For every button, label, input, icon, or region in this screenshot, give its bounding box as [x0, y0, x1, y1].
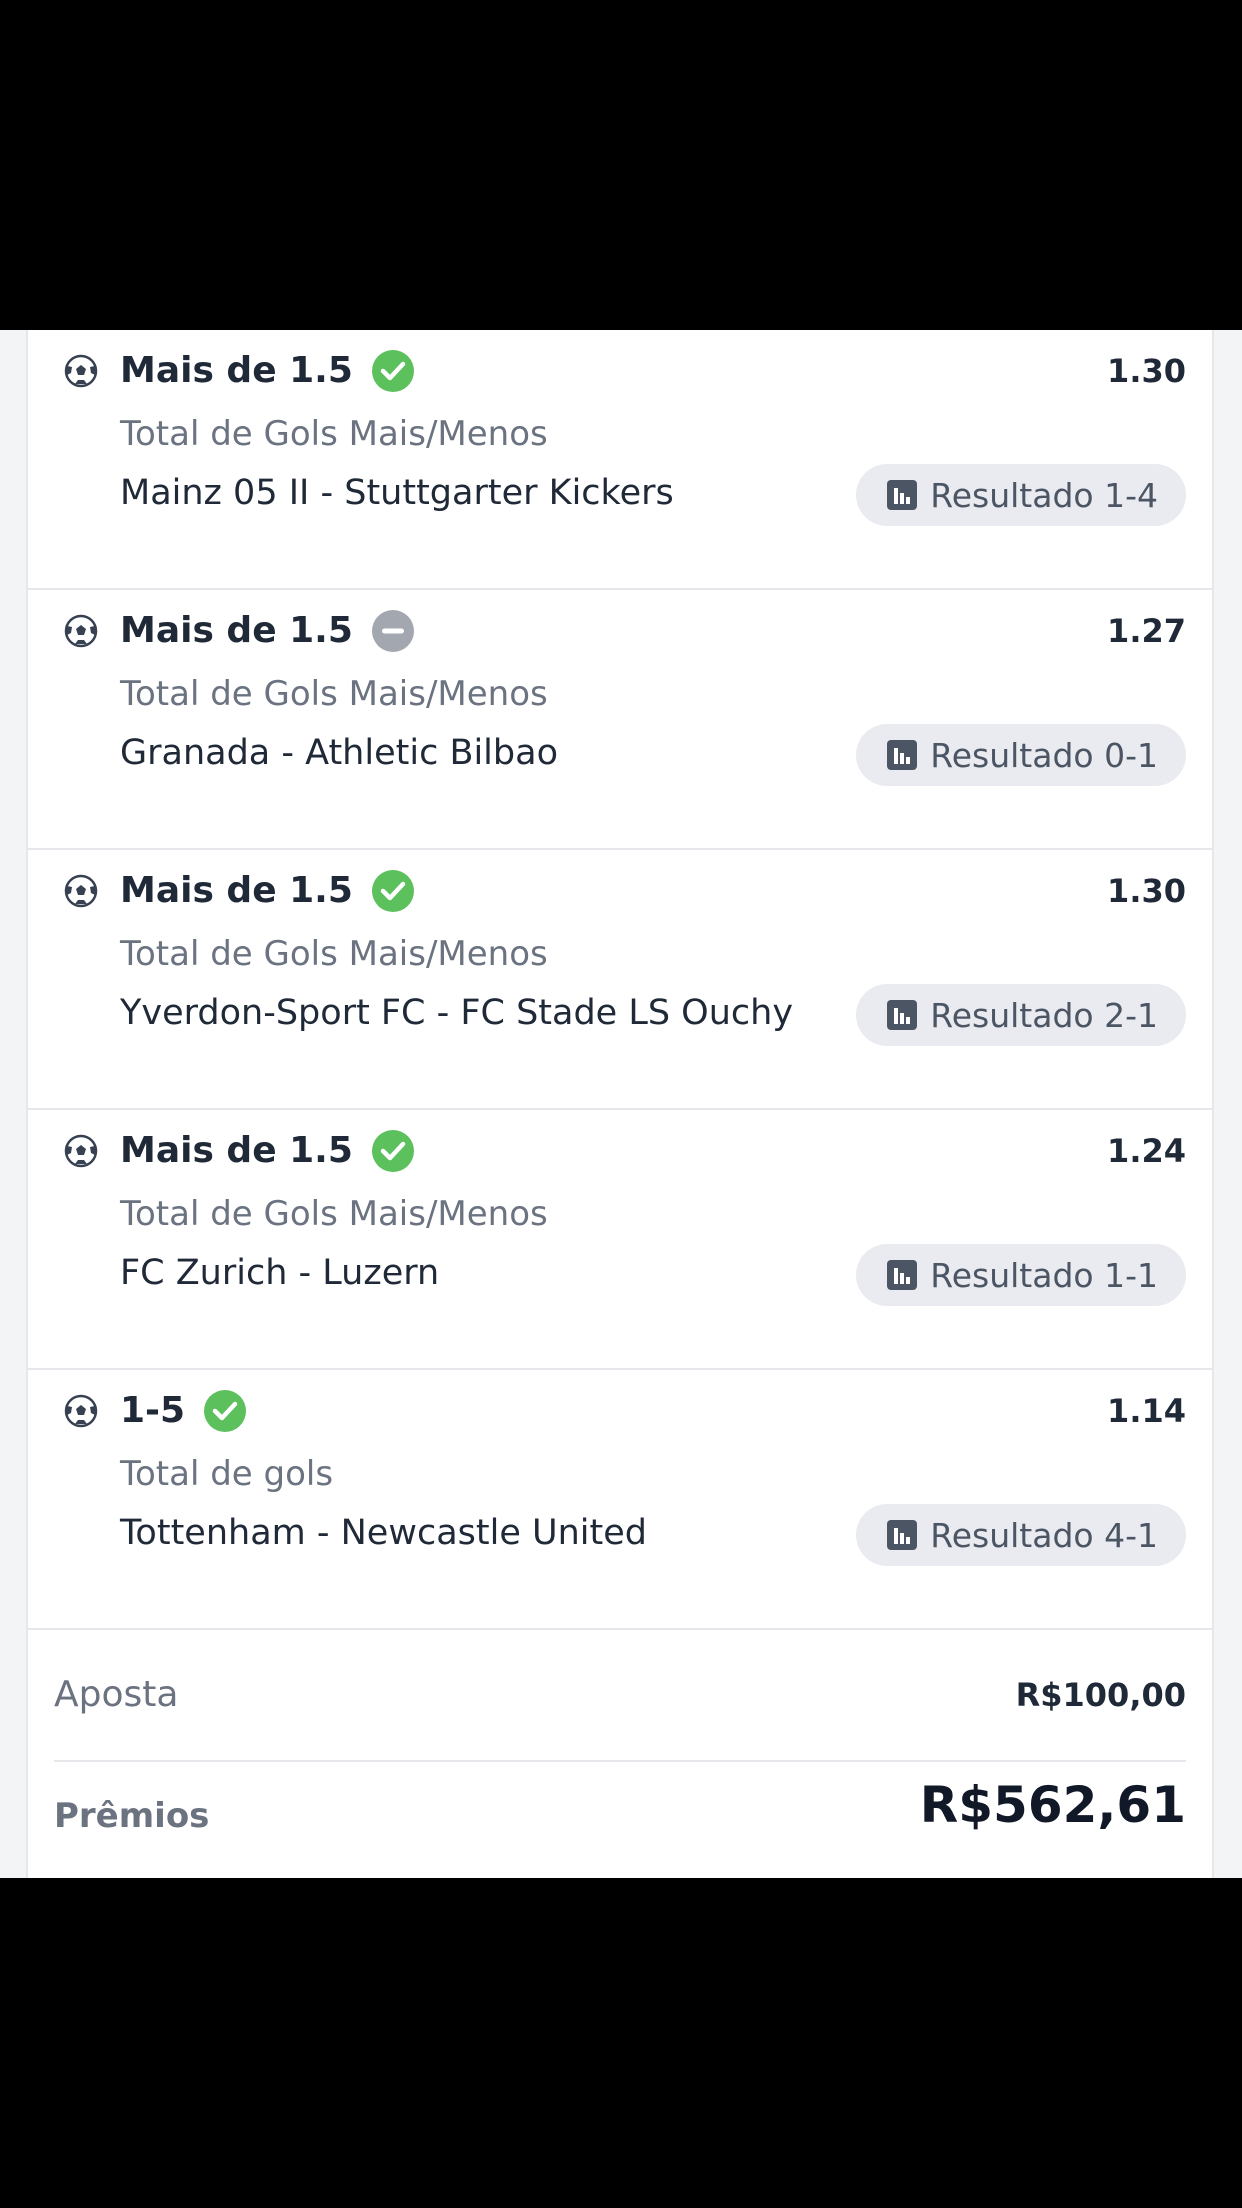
selection-label: Mais de 1.5 [120, 870, 353, 911]
selection-title: Mais de 1.5 [120, 608, 415, 654]
market-name: Total de Gols Mais/Menos [120, 674, 548, 714]
bet-row: Mais de 1.5 1.27 Total de Gols Mais/Meno… [28, 590, 1212, 850]
odds-value: 1.27 [1107, 612, 1186, 650]
market-name: Total de Gols Mais/Menos [120, 934, 548, 974]
selection-label: Mais de 1.5 [120, 610, 353, 651]
bar-chart-icon [887, 1520, 918, 1550]
prize-label: Prêmios [54, 1796, 210, 1836]
top-black-area [0, 0, 1242, 330]
check-circle-icon [371, 1130, 414, 1172]
bet-row: 1-5 1.14 Total de gols Tottenham - Newca… [28, 1370, 1212, 1630]
selection-title: Mais de 1.5 [120, 868, 415, 914]
bet-slip-card: Mais de 1.5 1.30 Total de Gols Mais/Meno… [26, 330, 1214, 1878]
bar-chart-icon [887, 480, 918, 510]
selection-title: Mais de 1.5 [120, 1128, 415, 1174]
minus-circle-icon [371, 610, 414, 652]
match-name: Tottenham - Newcastle United [120, 1513, 647, 1553]
soccer-ball-icon [64, 614, 98, 648]
match-name: Mainz 05 II - Stuttgarter Kickers [120, 473, 674, 513]
check-circle-icon [204, 1390, 247, 1432]
result-button[interactable]: Resultado 4-1 [856, 1504, 1186, 1566]
soccer-ball-icon [64, 874, 98, 908]
result-label: Resultado 0-1 [930, 735, 1158, 775]
soccer-ball-icon [64, 1134, 98, 1168]
selection-title: Mais de 1.5 [120, 348, 415, 394]
bar-chart-icon [887, 1000, 918, 1030]
soccer-ball-icon [64, 1394, 98, 1428]
result-button[interactable]: Resultado 1-4 [856, 464, 1186, 526]
market-name: Total de gols [120, 1454, 334, 1494]
odds-value: 1.14 [1107, 1392, 1186, 1430]
market-name: Total de Gols Mais/Menos [120, 414, 548, 454]
selection-label: Mais de 1.5 [120, 1130, 353, 1171]
market-name: Total de Gols Mais/Menos [120, 1194, 548, 1234]
odds-value: 1.30 [1107, 352, 1186, 390]
result-button[interactable]: Resultado 2-1 [856, 984, 1186, 1046]
result-button[interactable]: Resultado 1-1 [856, 1244, 1186, 1306]
bar-chart-icon [887, 1260, 918, 1290]
bet-summary: Aposta R$100,00 Prêmios R$562,61 [28, 1630, 1212, 1878]
result-label: Resultado 1-4 [930, 475, 1158, 515]
bottom-black-area [0, 1878, 1242, 2208]
selection-title: 1-5 [120, 1388, 247, 1434]
prize-value: R$562,61 [919, 1776, 1186, 1834]
soccer-ball-icon [64, 354, 98, 388]
stake-row: Aposta R$100,00 [54, 1630, 1186, 1762]
selection-label: Mais de 1.5 [120, 350, 353, 391]
match-name: Granada - Athletic Bilbao [120, 733, 558, 773]
stake-value: R$100,00 [1015, 1676, 1186, 1714]
match-name: FC Zurich - Luzern [120, 1253, 440, 1293]
bet-slip-sheet: Mais de 1.5 1.30 Total de Gols Mais/Meno… [0, 330, 1242, 1878]
bet-row: Mais de 1.5 1.24 Total de Gols Mais/Meno… [28, 1110, 1212, 1370]
stake-label: Aposta [54, 1674, 179, 1715]
result-label: Resultado 2-1 [930, 995, 1158, 1035]
prize-row: Prêmios R$562,61 [54, 1762, 1186, 1878]
bar-chart-icon [887, 740, 918, 770]
selection-label: 1-5 [120, 1390, 186, 1431]
match-name: Yverdon-Sport FC - FC Stade LS Ouchy [120, 993, 794, 1033]
result-label: Resultado 1-1 [930, 1255, 1158, 1295]
odds-value: 1.30 [1107, 872, 1186, 910]
bet-row: Mais de 1.5 1.30 Total de Gols Mais/Meno… [28, 330, 1212, 590]
bet-row: Mais de 1.5 1.30 Total de Gols Mais/Meno… [28, 850, 1212, 1110]
check-circle-icon [371, 870, 414, 912]
check-circle-icon [371, 350, 414, 392]
odds-value: 1.24 [1107, 1132, 1186, 1170]
result-label: Resultado 4-1 [930, 1515, 1158, 1555]
result-button[interactable]: Resultado 0-1 [856, 724, 1186, 786]
